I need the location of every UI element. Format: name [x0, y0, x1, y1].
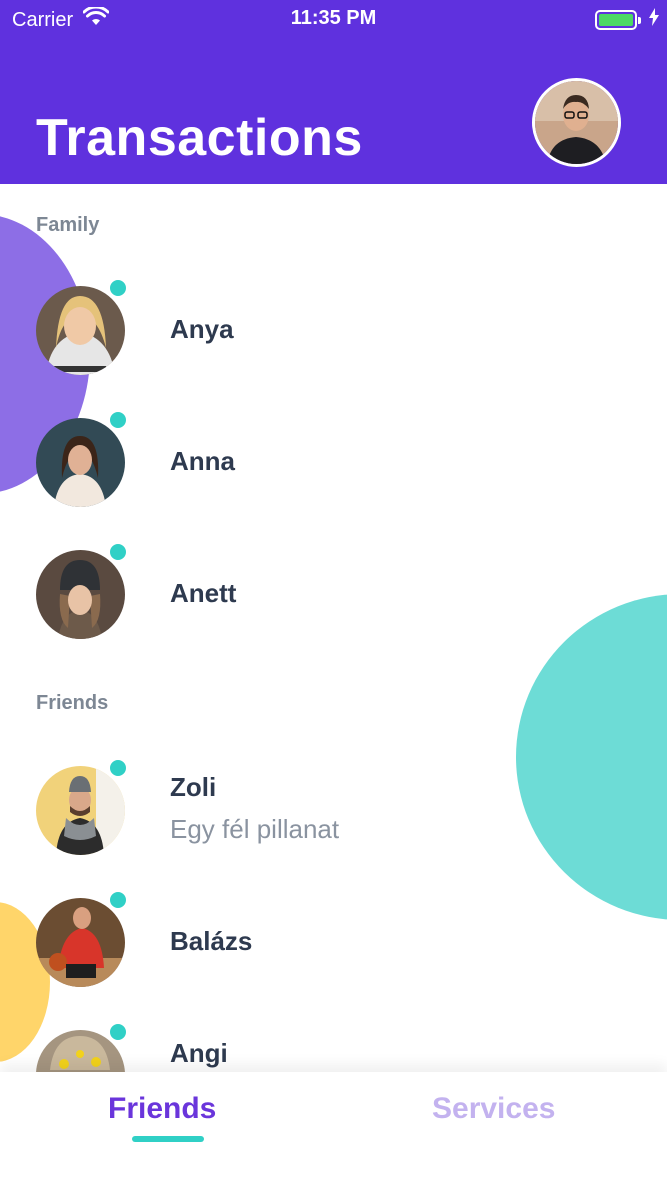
- profile-avatar[interactable]: [532, 78, 621, 167]
- tab-services[interactable]: Services: [432, 1092, 555, 1126]
- online-indicator: [106, 888, 130, 912]
- section-title-family: Family: [36, 214, 100, 236]
- contact-item-angi[interactable]: Angi: [36, 1020, 636, 1072]
- avatar: [36, 550, 125, 639]
- page-header: Transactions: [0, 40, 667, 184]
- contact-name: Angi: [170, 1038, 228, 1068]
- page-title: Transactions: [36, 109, 363, 167]
- contact-item-anna[interactable]: Anna: [36, 408, 636, 508]
- bolt-icon: [649, 8, 659, 31]
- tab-friends[interactable]: Friends: [108, 1092, 216, 1126]
- contact-item-balazs[interactable]: Balázs: [36, 888, 636, 988]
- online-indicator: [106, 756, 130, 780]
- online-indicator: [106, 276, 130, 300]
- tab-bar: Friends Services: [0, 1072, 667, 1186]
- battery-icon: [595, 9, 641, 30]
- decorative-circle-teal: [516, 594, 667, 920]
- contact-name: Balázs: [170, 926, 253, 956]
- user-avatar-icon: [535, 81, 618, 164]
- contact-name: Anna: [170, 446, 235, 476]
- status-bar: Carrier 11:35 PM: [0, 0, 667, 40]
- contact-item-anett[interactable]: Anett: [36, 540, 636, 640]
- contact-item-zoli[interactable]: Zoli Egy fél pillanat: [36, 756, 636, 856]
- contact-list[interactable]: Family Anya Anna Anett Friends Zoli Egy …: [0, 184, 667, 1072]
- contact-status: Egy fél pillanat: [170, 814, 340, 844]
- contact-name: Zoli: [170, 772, 217, 802]
- avatar: [36, 286, 125, 375]
- active-tab-indicator: [132, 1136, 204, 1142]
- contact-item-anya[interactable]: Anya: [36, 276, 636, 376]
- clock-time: 11:35 PM: [290, 7, 377, 29]
- status-right: [595, 8, 659, 31]
- battery-level: [599, 13, 633, 26]
- avatar: [36, 418, 125, 507]
- online-indicator: [106, 540, 130, 564]
- online-indicator: [106, 408, 130, 432]
- avatar: [36, 898, 125, 987]
- contact-name: Anett: [170, 578, 237, 608]
- online-indicator: [106, 1020, 130, 1044]
- avatar: [36, 766, 125, 855]
- section-title-friends: Friends: [36, 692, 109, 714]
- contact-name: Anya: [170, 314, 234, 344]
